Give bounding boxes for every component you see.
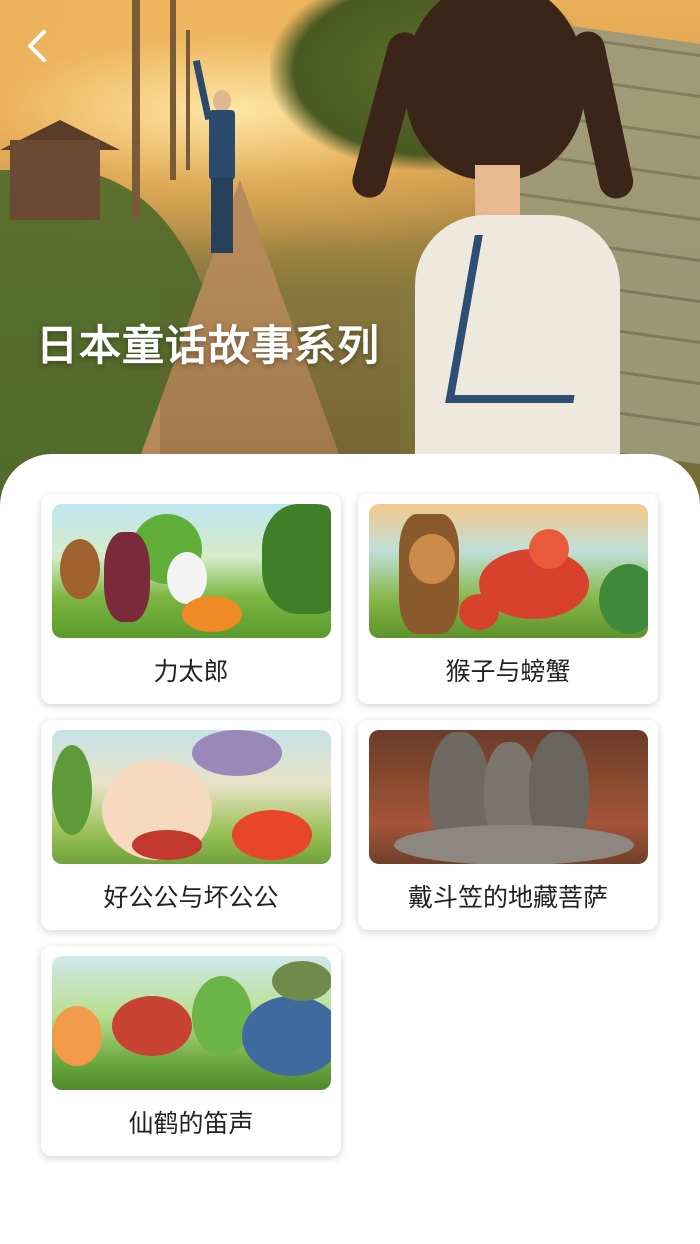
back-button[interactable] xyxy=(18,26,58,66)
story-card-litailang[interactable]: 力太郎 xyxy=(41,494,341,704)
story-card-monkey-crab[interactable]: 猴子与螃蟹 xyxy=(358,494,658,704)
story-title: 戴斗笠的地藏菩萨 xyxy=(407,883,608,912)
story-title: 好公公与坏公公 xyxy=(103,883,279,912)
story-list-panel: 力太郎 猴子与螃蟹 好公公与坏公公 戴斗笠的地藏菩萨 仙鹤的笛声 xyxy=(0,454,700,1244)
utility-pole xyxy=(186,30,190,170)
house-illustration xyxy=(10,140,100,220)
girl-illustration xyxy=(348,0,650,515)
story-thumbnail xyxy=(369,730,648,864)
story-thumbnail xyxy=(52,956,331,1090)
story-thumbnail xyxy=(52,504,331,638)
story-title: 力太郎 xyxy=(153,657,229,686)
story-card-crane-flute[interactable]: 仙鹤的笛声 xyxy=(41,946,341,1156)
story-title: 仙鹤的笛声 xyxy=(128,1109,254,1138)
story-title: 猴子与螃蟹 xyxy=(445,657,571,686)
utility-pole xyxy=(170,0,176,180)
chevron-left-icon xyxy=(28,30,46,62)
story-card-good-bad-grandpa[interactable]: 好公公与坏公公 xyxy=(41,720,341,930)
boy-illustration xyxy=(192,59,241,260)
story-card-jizo[interactable]: 戴斗笠的地藏菩萨 xyxy=(358,720,658,930)
story-thumbnail xyxy=(369,504,648,638)
page-title: 日本童话故事系列 xyxy=(36,321,381,370)
utility-pole xyxy=(132,0,140,220)
story-thumbnail xyxy=(52,730,331,864)
hero-banner: 日本童话故事系列 xyxy=(0,0,700,520)
